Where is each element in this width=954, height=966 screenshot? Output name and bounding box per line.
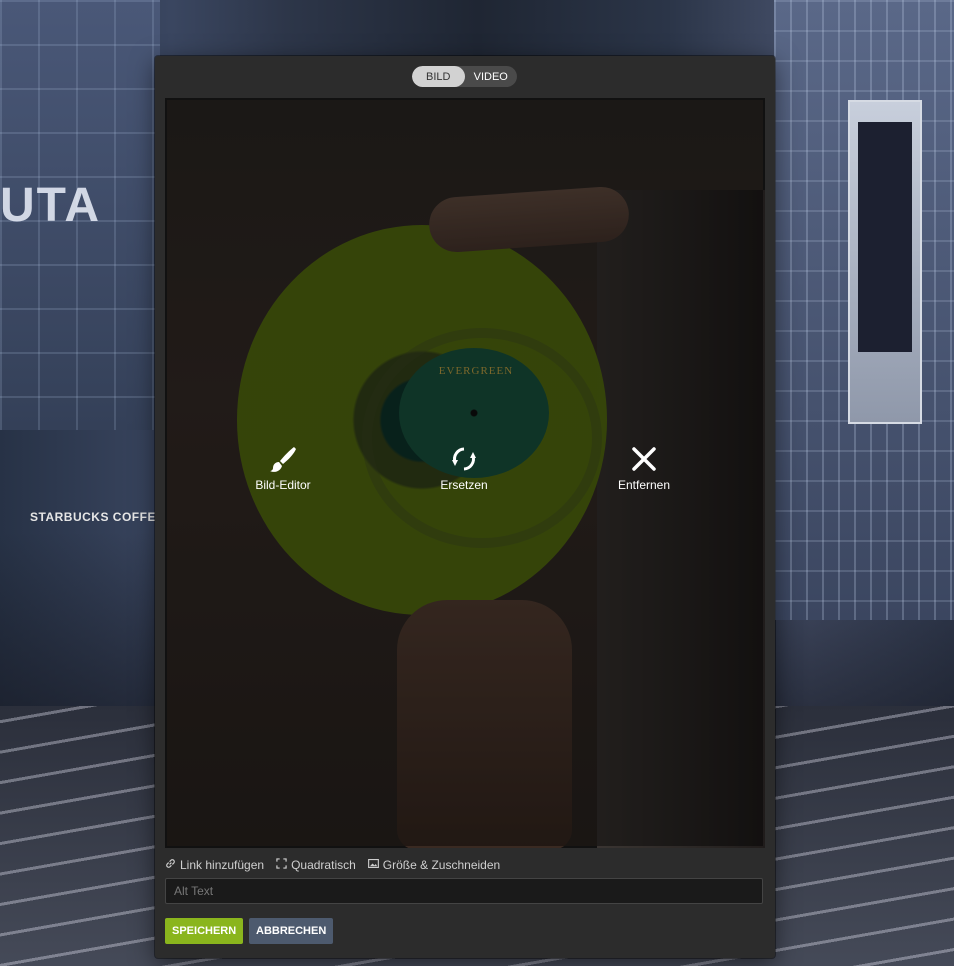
image-editor-label: Bild-Editor bbox=[255, 478, 311, 492]
tab-video[interactable]: VIDEO bbox=[465, 66, 518, 87]
resize-crop-label: Größe & Zuschneiden bbox=[382, 858, 501, 872]
add-link-option[interactable]: Link hinzufügen bbox=[165, 857, 264, 873]
alt-text-input[interactable] bbox=[165, 878, 763, 904]
image-preview: EVERGREEN Bild-Editor Ersetzen Entfernen bbox=[165, 98, 765, 848]
image-options: Link hinzufügen Quadratisch Größe & Zusc… bbox=[165, 857, 500, 873]
tab-bild[interactable]: BILD bbox=[412, 66, 465, 87]
save-button[interactable]: SPEICHERN bbox=[165, 918, 244, 944]
building-sign: UTA bbox=[0, 179, 102, 232]
crop-square-icon bbox=[276, 858, 287, 872]
image-editor-button[interactable]: Bild-Editor bbox=[233, 444, 333, 494]
link-icon bbox=[165, 858, 176, 872]
close-icon bbox=[594, 444, 694, 474]
remove-label: Entfernen bbox=[617, 478, 671, 492]
refresh-icon bbox=[414, 444, 514, 474]
image-dialog: BILD VIDEO EVERGREEN Bild-Editor Ersetze… bbox=[155, 56, 775, 958]
replace-button[interactable]: Ersetzen bbox=[414, 444, 514, 494]
image-icon bbox=[367, 858, 379, 872]
replace-label: Ersetzen bbox=[440, 478, 488, 492]
square-option[interactable]: Quadratisch bbox=[276, 857, 356, 873]
billboard bbox=[848, 100, 922, 424]
brush-icon bbox=[233, 444, 333, 474]
add-link-label: Link hinzufügen bbox=[180, 858, 265, 872]
remove-button[interactable]: Entfernen bbox=[594, 444, 694, 494]
shop-sign: STARBUCKS COFFEE bbox=[30, 510, 165, 524]
media-type-toggle: BILD VIDEO bbox=[412, 66, 517, 87]
square-label: Quadratisch bbox=[291, 858, 356, 872]
resize-crop-option[interactable]: Größe & Zuschneiden bbox=[367, 857, 501, 873]
cancel-button[interactable]: ABBRECHEN bbox=[249, 918, 334, 944]
